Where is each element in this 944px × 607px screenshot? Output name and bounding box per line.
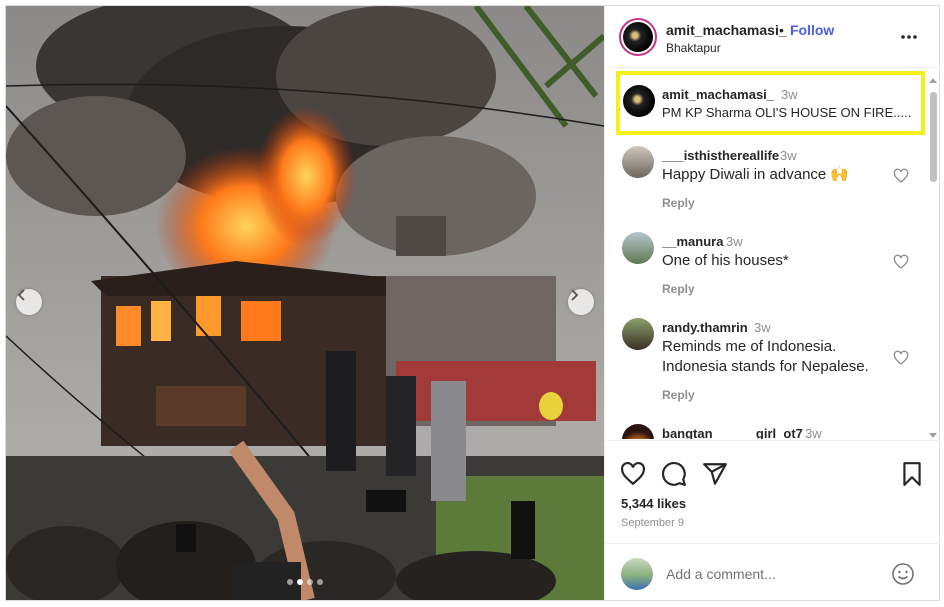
comment-text-line-2: Indonesia stands for Nepalese. (662, 358, 869, 375)
add-comment-row: Add a comment... (605, 543, 940, 601)
scroll-down-icon[interactable] (928, 432, 938, 440)
comment-time: 3w (805, 426, 822, 439)
reply-button[interactable]: Reply (662, 388, 695, 402)
chevron-right-icon (571, 289, 579, 301)
post-modal: amit_machamasi_ • Follow Bhaktapur amit_… (5, 5, 940, 601)
header-separator: • (779, 22, 784, 38)
reply-button[interactable]: Reply (662, 282, 695, 296)
add-comment-input[interactable]: Add a comment... (666, 566, 776, 582)
heart-icon[interactable] (893, 350, 909, 366)
chevron-left-icon (17, 289, 25, 301)
caption-avatar[interactable] (623, 85, 655, 117)
author-username[interactable]: amit_machamasi_ (666, 22, 787, 38)
carousel-prev-button[interactable] (16, 289, 42, 315)
comment-username[interactable]: __manura (662, 234, 723, 249)
carousel-indicator (6, 579, 604, 585)
comment-avatar[interactable] (622, 232, 654, 264)
comment-username[interactable]: bangtan______girl_ot7 (662, 426, 803, 439)
comment-text-line-1: Reminds me of Indonesia. (662, 338, 837, 355)
carousel-dot-active (297, 579, 303, 585)
comment-username[interactable]: randy.thamrin (662, 320, 748, 335)
follow-button[interactable]: Follow (790, 22, 834, 38)
post-location[interactable]: Bhaktapur (666, 41, 721, 55)
author-avatar[interactable] (619, 18, 657, 56)
heart-icon[interactable] (620, 461, 646, 487)
post-date: September 9 (621, 517, 684, 529)
comment-text: Happy Diwali in advance 🙌 (662, 166, 850, 183)
comment-icon[interactable] (661, 461, 687, 487)
comments-list: amit_machamasi_ 3w PM KP Sharma OLI'S HO… (605, 69, 940, 439)
carousel-dot (307, 579, 313, 585)
caption-username[interactable]: amit_machamasi_ (662, 87, 774, 102)
scroll-up-icon[interactable] (928, 76, 938, 84)
post-side-panel: amit_machamasi_ • Follow Bhaktapur amit_… (604, 6, 940, 600)
scroll-thumb[interactable] (930, 92, 937, 182)
post-media[interactable] (6, 6, 604, 600)
share-icon[interactable] (702, 461, 728, 487)
comment-time: 3w (726, 234, 743, 249)
comment-avatar[interactable] (622, 146, 654, 178)
current-user-avatar[interactable] (621, 558, 653, 590)
comment-avatar[interactable] (622, 318, 654, 350)
emoji-icon[interactable] (891, 562, 915, 586)
heart-icon[interactable] (893, 168, 909, 184)
post-header: amit_machamasi_ • Follow Bhaktapur (605, 6, 940, 68)
comment-avatar[interactable] (622, 424, 654, 439)
carousel-dot (287, 579, 293, 585)
more-horizontal-icon[interactable] (899, 27, 919, 47)
comment-time: 3w (754, 320, 771, 335)
comment-text: One of his houses* (662, 252, 789, 269)
comment-time: 3w (780, 148, 797, 163)
likes-count[interactable]: 5,344 likes (621, 496, 686, 511)
comments-scrollbar[interactable] (928, 72, 938, 442)
caption-time: 3w (781, 87, 798, 102)
reply-button[interactable]: Reply (662, 196, 695, 210)
carousel-dot (317, 579, 323, 585)
comment-username[interactable]: ___isthisthereallife (662, 148, 779, 163)
heart-icon[interactable] (893, 254, 909, 270)
post-actions: 5,344 likes September 9 Add a comment... (605, 440, 940, 600)
post-photo (6, 6, 604, 600)
bookmark-icon[interactable] (899, 461, 925, 487)
carousel-next-button[interactable] (568, 289, 594, 315)
caption-text: PM KP Sharma OLI'S HOUSE ON FIRE..... (662, 105, 912, 120)
